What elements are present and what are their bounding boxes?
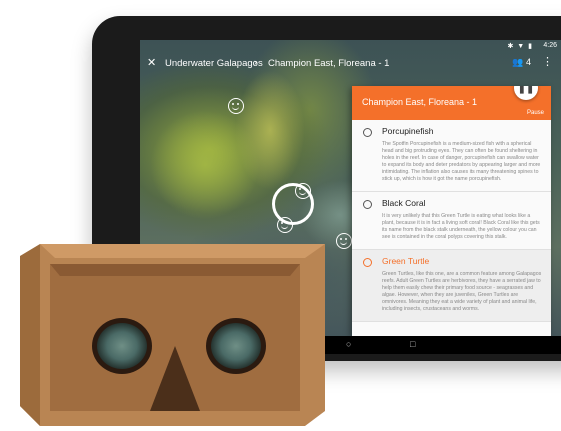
radio-icon bbox=[363, 200, 372, 209]
poi-description: It is very unlikely that this Green Turt… bbox=[382, 213, 540, 240]
poi-title: Green Turtle bbox=[382, 256, 430, 266]
poi-item-porcupinefish[interactable]: Porcupinefish The Spotfin Porcupinefish … bbox=[352, 120, 551, 192]
scene: ✱ ▼ ▮ 4:26 ✕ Underwater Galapagos › Cham… bbox=[0, 0, 561, 431]
poi-description: The Spotfin Porcupinefish is a medium-si… bbox=[382, 141, 541, 182]
radio-icon bbox=[363, 128, 372, 137]
poi-item-green-turtle[interactable]: Green Turtle Green Turtles, like this on… bbox=[352, 250, 551, 322]
status-time: 4:26 bbox=[543, 42, 557, 49]
poi-title: Porcupinefish bbox=[382, 126, 434, 136]
close-icon[interactable]: ✕ bbox=[147, 56, 156, 69]
people-icon: 👥 bbox=[512, 57, 524, 67]
pause-button[interactable]: ❚❚ bbox=[514, 86, 538, 100]
poi-item-black-coral[interactable]: Black Coral It is very unlikely that thi… bbox=[352, 192, 551, 250]
more-vert-icon[interactable]: ⋮ bbox=[542, 55, 553, 68]
smiley-hotspot-icon[interactable] bbox=[228, 98, 244, 114]
poi-description: Green Turtles, like this one, are a comm… bbox=[382, 271, 542, 312]
panel-header: Champion East, Floreana - 1 ❚❚ Pause bbox=[352, 86, 551, 120]
left-lens bbox=[97, 323, 147, 369]
points-of-interest-panel: Champion East, Floreana - 1 ❚❚ Pause Por… bbox=[352, 86, 551, 336]
panel-title: Champion East, Floreana - 1 bbox=[362, 97, 478, 107]
coral-decoration bbox=[150, 110, 260, 220]
right-lens bbox=[211, 323, 261, 369]
cardboard-viewer bbox=[20, 244, 325, 426]
status-icons: ✱ ▼ ▮ bbox=[507, 43, 533, 50]
status-bar: ✱ ▼ ▮ 4:26 bbox=[140, 40, 561, 52]
pause-icon: ❚❚ bbox=[517, 86, 535, 94]
home-icon[interactable]: ○ bbox=[346, 339, 351, 349]
participants-count: 4 bbox=[525, 57, 531, 67]
recents-icon[interactable]: □ bbox=[410, 339, 415, 349]
app-bar: ✕ Underwater Galapagos › Champion East, … bbox=[140, 52, 561, 76]
focus-reticle bbox=[272, 183, 314, 225]
breadcrumb-scene: Champion East, Floreana - 1 bbox=[268, 58, 390, 69]
breadcrumb-tour[interactable]: Underwater Galapagos bbox=[165, 58, 263, 69]
radio-icon bbox=[363, 258, 372, 267]
participants-button[interactable]: 👥 4 bbox=[512, 57, 531, 68]
pause-label: Pause bbox=[526, 110, 544, 116]
poi-title: Black Coral bbox=[382, 198, 426, 208]
chevron-right-icon: › bbox=[254, 57, 258, 68]
